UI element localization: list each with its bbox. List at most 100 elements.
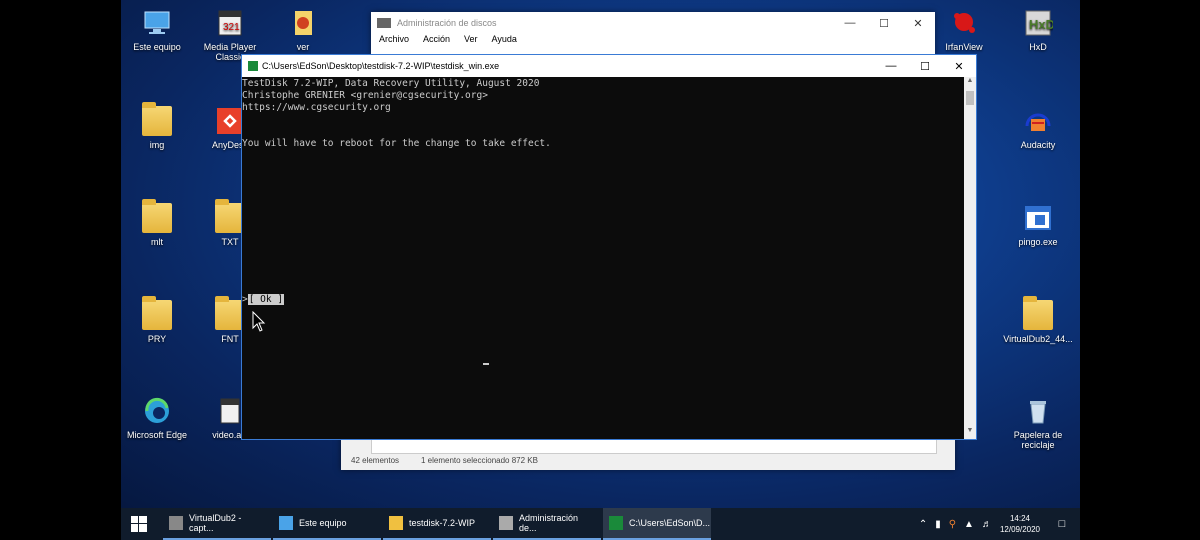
taskbar-item-console[interactable]: C:\Users\EdSon\D... — [603, 508, 711, 540]
console-output: TestDisk 7.2-WIP, Data Recovery Utility,… — [242, 78, 551, 150]
file-icon — [288, 8, 318, 38]
maximize-button[interactable]: ☐ — [867, 12, 901, 34]
minimize-button[interactable]: — — [874, 55, 908, 77]
clock[interactable]: 14:24 12/09/2020 — [1000, 513, 1040, 535]
disk-management-titlebar[interactable]: Administración de discos — ☐ ✕ — [371, 12, 935, 34]
desktop-icon-label: Este equipo — [133, 42, 181, 52]
close-button[interactable]: ✕ — [942, 55, 976, 77]
folder-icon — [142, 102, 172, 136]
console-title: C:\Users\EdSon\Desktop\testdisk-7.2-WIP\… — [262, 61, 500, 71]
computer-icon — [279, 516, 293, 530]
scroll-up-icon[interactable]: ▲ — [964, 77, 976, 89]
console-line — [242, 114, 551, 126]
menu-accion[interactable]: Acción — [423, 34, 450, 44]
taskbar-item-disk-management[interactable]: Administración de... — [493, 508, 601, 540]
desktop-icon-ver[interactable]: ver — [268, 8, 338, 52]
maximize-button[interactable]: ☐ — [908, 55, 942, 77]
desktop-icon-label: Audacity — [1020, 140, 1056, 150]
desktop-icon-label: Papelera de reciclaje — [1013, 430, 1063, 450]
taskbar-item-label: VirtualDub2 - capt... — [189, 513, 242, 533]
console-line: https://www.cgsecurity.org — [242, 102, 391, 113]
virtualdub-icon — [169, 516, 183, 530]
desktop-icon-irfanview[interactable]: IrfanView — [929, 8, 999, 52]
desktop-icon-pingo[interactable]: pingo.exe — [1003, 203, 1073, 247]
console-icon — [609, 516, 623, 530]
desktop-icon-edge[interactable]: Microsoft Edge — [122, 396, 192, 440]
menu-ver[interactable]: Ver — [464, 34, 478, 44]
desktop-icon-label: ver — [296, 42, 310, 52]
desktop-icon-label: HxD — [1029, 42, 1047, 52]
console-line: TestDisk 7.2-WIP, Data Recovery Utility,… — [242, 78, 540, 89]
console-line: You will have to reboot for the change t… — [242, 138, 551, 149]
disk-management-window[interactable]: Administración de discos — ☐ ✕ Archivo A… — [371, 12, 935, 56]
desktop-icon-label: IrfanView — [945, 42, 983, 52]
taskbar-item-este-equipo[interactable]: Este equipo — [273, 508, 381, 540]
recycle-bin-icon — [1023, 396, 1053, 426]
disk-management-icon — [377, 18, 391, 28]
scroll-thumb[interactable] — [966, 91, 974, 105]
desktop-icon-label: img — [149, 140, 165, 150]
desktop-icon-virtualdub[interactable]: VirtualDub2_44... — [1003, 296, 1073, 344]
minimize-button[interactable]: — — [833, 12, 867, 34]
taskbar-item-testdisk-folder[interactable]: testdisk-7.2-WIP — [383, 508, 491, 540]
network-icon[interactable]: ▲ — [964, 519, 974, 530]
audacity-icon — [1023, 106, 1053, 136]
chevron-up-icon[interactable]: ⌃ — [919, 519, 927, 530]
ok-button[interactable]: [ Ok ] — [247, 294, 285, 305]
menu-ayuda[interactable]: Ayuda — [492, 34, 517, 44]
search-app-icon[interactable]: ⚲ — [949, 519, 956, 530]
desktop-icon-label: Microsoft Edge — [126, 430, 188, 440]
explorer-selection-status: 1 elemento seleccionado 872 KB — [421, 456, 538, 465]
clock-date: 12/09/2020 — [999, 525, 1040, 534]
system-tray: ⌃ ▮ ⚲ ▲ ♬ — [919, 519, 992, 530]
clock-time: 14:24 — [1009, 514, 1030, 523]
explorer-hscroll[interactable] — [371, 438, 937, 454]
folder-icon — [142, 296, 172, 330]
folder-icon — [389, 516, 403, 530]
console-scrollbar[interactable]: ▲ ▼ — [964, 77, 976, 439]
taskbar-item-label: Administración de... — [519, 513, 579, 533]
media-player-icon: 321 — [215, 8, 245, 38]
computer-icon — [142, 8, 172, 38]
desktop-icon-label: VirtualDub2_44... — [1003, 334, 1073, 344]
usb-icon[interactable]: ▮ — [935, 519, 941, 530]
text-cursor — [483, 363, 489, 365]
exe-icon — [1023, 203, 1053, 233]
console-titlebar[interactable]: C:\Users\EdSon\Desktop\testdisk-7.2-WIP\… — [242, 55, 976, 77]
testdisk-console-window[interactable]: C:\Users\EdSon\Desktop\testdisk-7.2-WIP\… — [241, 54, 977, 440]
desktop-icon-label: mlt — [151, 237, 163, 247]
mouse-pointer-icon — [252, 311, 266, 332]
console-icon — [248, 61, 258, 71]
desktop-icon-label: PRY — [147, 334, 167, 344]
taskbar-item-label: Este equipo — [299, 518, 347, 528]
ok-prompt: > [ Ok ] — [242, 294, 285, 305]
folder-icon — [142, 199, 172, 233]
console-line — [242, 126, 551, 138]
taskbar-item-label: C:\Users\EdSon\D... — [629, 518, 711, 528]
desktop-icon-mlt[interactable]: mlt — [122, 199, 192, 247]
irfanview-icon — [949, 8, 979, 38]
taskbar-item-virtualdub[interactable]: VirtualDub2 - capt... — [163, 508, 271, 540]
notifications-icon[interactable]: □ — [1052, 508, 1072, 540]
desktop-icon-audacity[interactable]: Audacity — [1003, 106, 1073, 150]
hxd-icon: HxD — [1023, 8, 1055, 38]
desktop-icon-este-equipo[interactable]: Este equipo — [122, 8, 192, 52]
desktop-icon-img[interactable]: img — [122, 102, 192, 150]
edge-icon — [142, 396, 172, 426]
menu-archivo[interactable]: Archivo — [379, 34, 409, 44]
explorer-item-count: 42 elementos — [351, 456, 400, 465]
desktop-icon-hxd[interactable]: HxD HxD — [1003, 8, 1073, 52]
console-line: Christophe GRENIER <grenier@cgsecurity.o… — [242, 90, 488, 101]
disk-management-title: Administración de discos — [397, 18, 497, 28]
start-button[interactable] — [121, 508, 157, 540]
desktop-icon-recycle-bin[interactable]: Papelera de reciclaje — [1003, 396, 1073, 450]
svg-text:321: 321 — [223, 22, 240, 33]
volume-icon[interactable]: ♬ — [982, 519, 992, 530]
desktop-icon-label: pingo.exe — [1018, 237, 1058, 247]
close-button[interactable]: ✕ — [901, 12, 935, 34]
taskbar-item-label: testdisk-7.2-WIP — [409, 518, 476, 528]
scroll-down-icon[interactable]: ▼ — [964, 427, 976, 439]
disk-management-menubar: Archivo Acción Ver Ayuda — [371, 34, 935, 44]
windows-logo-icon — [131, 516, 147, 532]
desktop-icon-pry[interactable]: PRY — [122, 296, 192, 344]
